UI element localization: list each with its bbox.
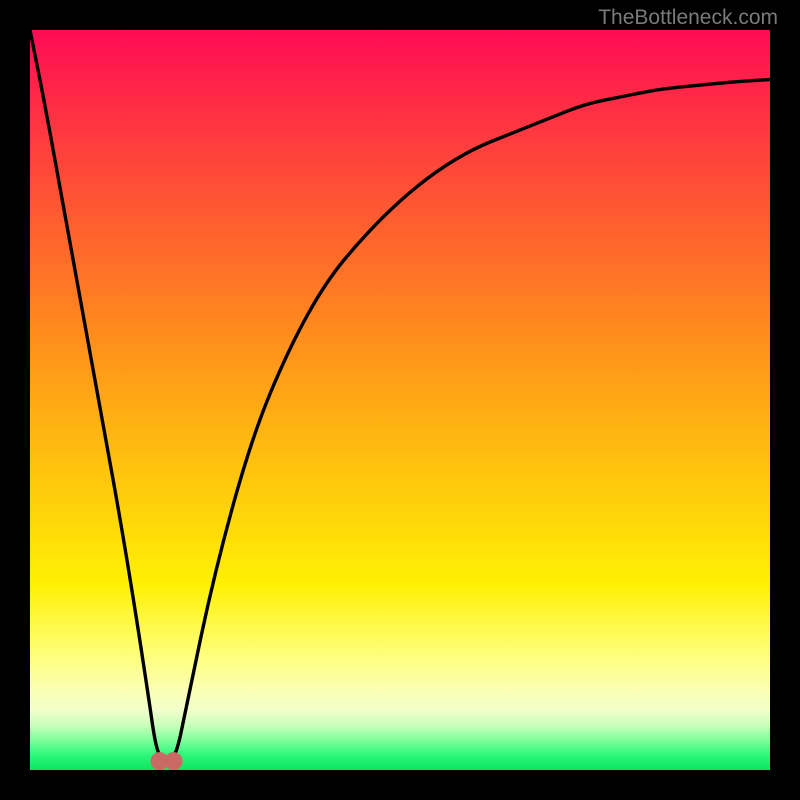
curve-markers bbox=[151, 752, 183, 770]
bottleneck-curve bbox=[30, 30, 770, 763]
chart-frame: TheBottleneck.com bbox=[0, 0, 800, 800]
watermark-text: TheBottleneck.com bbox=[598, 6, 778, 30]
plot-area bbox=[30, 30, 770, 770]
curve-layer bbox=[30, 30, 770, 770]
curve-marker bbox=[165, 752, 183, 770]
